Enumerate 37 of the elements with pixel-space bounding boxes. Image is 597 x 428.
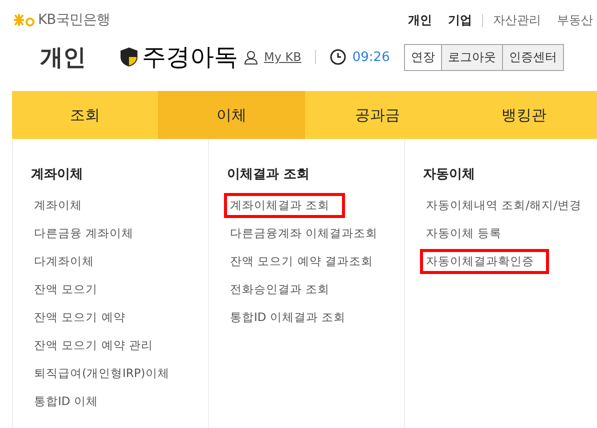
- menu-item[interactable]: 잔액 모으기: [28, 277, 104, 302]
- bank-name: KB국민은행: [38, 11, 110, 29]
- menu-heading: 자동이체: [423, 166, 475, 183]
- shield-icon: [120, 47, 138, 67]
- menu-item[interactable]: 통합ID 이체: [28, 389, 104, 414]
- menu-item[interactable]: 전화승인결과 조회: [224, 277, 336, 302]
- menu-item[interactable]: 자동이체결과확인증: [420, 249, 549, 274]
- session-time: 09:26: [352, 50, 390, 64]
- page-title: 개인: [40, 44, 86, 72]
- menu-item[interactable]: 자동이체내역 조회/해지/변경: [420, 193, 588, 218]
- menu-item[interactable]: 자동이체 등록: [420, 221, 508, 246]
- menu-item[interactable]: 잔액 모으기 예약: [28, 305, 132, 330]
- session-button[interactable]: 인증센터: [502, 44, 564, 70]
- logo[interactable]: KB국민은행: [12, 11, 110, 29]
- menu-item[interactable]: 계좌이체: [28, 193, 88, 218]
- session-button[interactable]: 연장: [404, 44, 442, 70]
- menu-item[interactable]: 잔액 모으기 예약 관리: [28, 333, 159, 358]
- overlay-text: 주경아독: [142, 42, 238, 73]
- person-icon: [244, 50, 258, 64]
- menu-tab[interactable]: 이체: [158, 91, 304, 139]
- menu-item[interactable]: 퇴직급여(개인형IRP)이체: [28, 361, 176, 386]
- menu-item[interactable]: 통합ID 이체결과 조회: [224, 305, 352, 330]
- top-nav-link[interactable]: 기업: [448, 12, 472, 28]
- menu-heading: 이체결과 조회: [227, 166, 310, 183]
- star-logo-icon: [12, 12, 36, 28]
- top-nav-link[interactable]: 자산관리: [493, 12, 541, 28]
- session-button[interactable]: 로그아웃: [442, 44, 503, 70]
- menu-item[interactable]: 다른금융계좌 이체결과조회: [224, 221, 384, 246]
- clock-icon: [330, 49, 346, 65]
- menu-item[interactable]: 다계좌이체: [28, 249, 100, 274]
- menu-item[interactable]: 계좌이체결과 조회: [224, 193, 345, 218]
- menu-item[interactable]: 잔액 모으기 예약 결과조회: [224, 249, 379, 274]
- my-kb-link[interactable]: My KB: [264, 50, 302, 64]
- menu-item[interactable]: 다른금융 계좌이체: [28, 221, 140, 246]
- top-nav-link[interactable]: 부동산: [557, 12, 593, 28]
- top-nav-link[interactable]: 개인: [408, 12, 432, 28]
- menu-heading: 계좌이체: [31, 166, 83, 183]
